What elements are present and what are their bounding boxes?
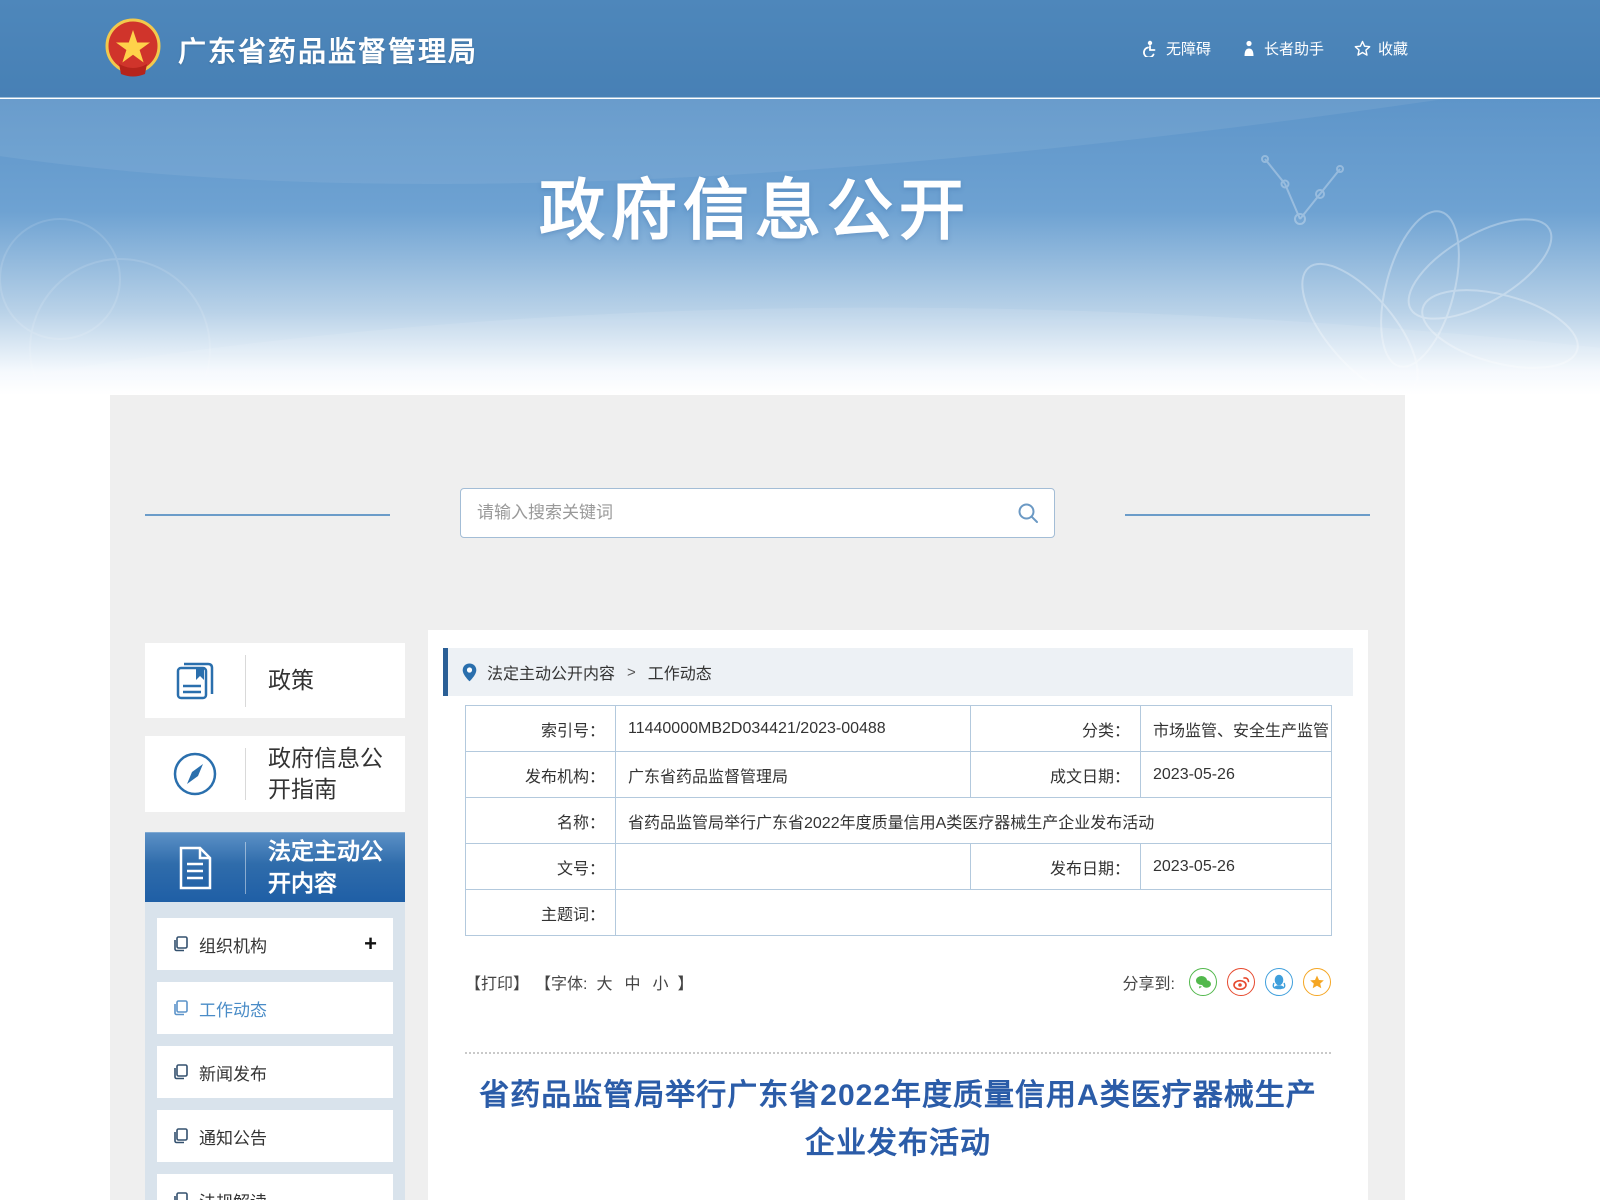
submenu-item-notices-label: 通知公告 — [199, 1124, 377, 1149]
subject-label: 主题词： — [466, 890, 616, 936]
table-row: 主题词： — [466, 890, 1332, 936]
font-size-suffix: 】 — [678, 970, 694, 994]
share-label: 分享到: — [1123, 970, 1175, 994]
article-title: 省药品监管局举行广东省2022年度质量信用A类医疗器械生产企业发布活动 — [465, 1072, 1331, 1168]
submenu-item-organization-label: 组织机构 — [199, 932, 364, 957]
sidebar-item-statutory-disclosure-label: 法定主动公开内容 — [246, 836, 405, 898]
pages-icon — [173, 1192, 189, 1200]
index-value: 11440000MB2D034421/2023-00488 — [616, 706, 971, 752]
date-pub-value: 2023-05-26 — [1141, 844, 1332, 890]
index-label: 索引号： — [466, 706, 616, 752]
favorite-link[interactable]: 收藏 — [1354, 38, 1408, 59]
table-row: 索引号： 11440000MB2D034421/2023-00488 分类： 市… — [466, 706, 1332, 752]
main-panel: 法定主动公开内容 > 工作动态 索引号： 11440000MB2D034421/… — [428, 630, 1368, 1200]
elder-assist-label: 长者助手 — [1264, 38, 1324, 59]
weibo-share-icon[interactable] — [1227, 968, 1255, 996]
location-pin-icon — [462, 663, 477, 682]
submenu-item-work-updates[interactable]: 工作动态 — [157, 982, 393, 1034]
pages-icon — [173, 936, 189, 952]
share-bar: 分享到: — [1123, 968, 1331, 996]
search-box — [460, 488, 1055, 538]
accessibility-link[interactable]: 无障碍 — [1142, 38, 1211, 59]
qzone-share-icon[interactable] — [1303, 968, 1331, 996]
dotted-divider — [465, 1052, 1331, 1054]
sidebar-item-statutory-disclosure[interactable]: 法定主动公开内容 — [145, 832, 405, 902]
document-icon — [145, 844, 245, 892]
elder-icon — [1241, 40, 1257, 57]
banner: 政府信息公开 — [0, 99, 1600, 395]
sidebar-item-info-guide-label: 政府信息公开指南 — [246, 743, 405, 805]
breadcrumb: 法定主动公开内容 > 工作动态 — [443, 648, 1353, 696]
favorite-label: 收藏 — [1378, 38, 1408, 59]
table-row: 名称： 省药品监管局举行广东省2022年度质量信用A类医疗器械生产企业发布活动 — [466, 798, 1332, 844]
sidebar: 政策 政府信息公开指南 — [145, 643, 405, 1200]
accessibility-label: 无障碍 — [1166, 38, 1211, 59]
date-pub-label: 发布日期： — [971, 844, 1141, 890]
table-row: 文号： 发布日期： 2023-05-26 — [466, 844, 1332, 890]
name-label: 名称： — [466, 798, 616, 844]
search-button[interactable] — [1002, 489, 1054, 537]
qq-share-icon[interactable] — [1265, 968, 1293, 996]
publisher-value: 广东省药品监督管理局 — [616, 752, 971, 798]
font-size-large-button[interactable]: 大 — [596, 970, 612, 994]
toolbar-left: 【打印】 【字体: 大 中 小 】 — [465, 970, 694, 994]
submenu-item-notices[interactable]: 通知公告 — [157, 1110, 393, 1162]
pages-icon — [173, 1000, 189, 1016]
wechat-share-icon[interactable] — [1189, 968, 1217, 996]
search-input[interactable] — [461, 489, 1002, 537]
submenu-item-organization[interactable]: 组织机构 + — [157, 918, 393, 970]
book-icon — [145, 658, 245, 704]
name-value: 省药品监管局举行广东省2022年度质量信用A类医疗器械生产企业发布活动 — [616, 798, 1332, 844]
doc-no-value — [616, 844, 971, 890]
sidebar-item-info-guide[interactable]: 政府信息公开指南 — [145, 736, 405, 812]
elder-assist-link[interactable]: 长者助手 — [1241, 38, 1324, 59]
pages-icon — [173, 1128, 189, 1144]
submenu-item-regulation-interpretation-label: 法规解读 — [199, 1188, 377, 1200]
document-info-table: 索引号： 11440000MB2D034421/2023-00488 分类： 市… — [465, 705, 1332, 936]
national-emblem-logo — [103, 18, 163, 80]
publisher-label: 发布机构： — [466, 752, 616, 798]
star-icon — [1354, 40, 1371, 57]
date-written-value: 2023-05-26 — [1141, 752, 1332, 798]
doc-no-label: 文号： — [466, 844, 616, 890]
page: 广东省药品监督管理局 无障碍 长者助手 — [0, 0, 1600, 1200]
category-label: 分类： — [971, 706, 1141, 752]
compass-icon — [145, 749, 245, 799]
submenu-item-regulation-interpretation[interactable]: 法规解读 — [157, 1174, 393, 1200]
print-button[interactable]: 【打印】 — [465, 970, 529, 994]
submenu-item-news-release[interactable]: 新闻发布 — [157, 1046, 393, 1098]
date-written-label: 成文日期： — [971, 752, 1141, 798]
search-icon — [1016, 501, 1040, 525]
content-card: 政策 政府信息公开指南 — [110, 395, 1405, 1200]
accessibility-icon — [1142, 40, 1159, 57]
submenu-item-work-updates-label: 工作动态 — [199, 996, 377, 1021]
decor-line-left — [145, 514, 390, 516]
table-row: 发布机构： 广东省药品监督管理局 成文日期： 2023-05-26 — [466, 752, 1332, 798]
decor-line-right — [1125, 514, 1370, 516]
subject-value — [616, 890, 1332, 936]
sidebar-submenu: 组织机构 + 工作动态 新闻发布 — [145, 902, 405, 1200]
breadcrumb-separator: > — [627, 664, 636, 681]
site-header: 广东省药品监督管理局 无障碍 长者助手 — [0, 0, 1600, 98]
font-size-prefix: 【字体: — [535, 970, 587, 994]
pages-icon — [173, 1064, 189, 1080]
site-title: 广东省药品监督管理局 — [178, 30, 478, 70]
breadcrumb-level2[interactable]: 工作动态 — [648, 660, 712, 684]
page-title: 政府信息公开 — [539, 157, 971, 253]
font-size-small-button[interactable]: 小 — [653, 970, 669, 994]
header-utility-links: 无障碍 长者助手 收藏 — [1142, 38, 1408, 59]
font-size-medium-button[interactable]: 中 — [624, 970, 640, 994]
sidebar-item-policy[interactable]: 政策 — [145, 643, 405, 718]
emblem-icon — [103, 18, 163, 80]
expand-plus-icon[interactable]: + — [364, 933, 377, 955]
article-toolbar: 【打印】 【字体: 大 中 小 】 分享到: — [465, 968, 1331, 996]
submenu-item-news-release-label: 新闻发布 — [199, 1060, 377, 1085]
sidebar-item-policy-label: 政策 — [246, 665, 405, 696]
breadcrumb-level1[interactable]: 法定主动公开内容 — [487, 660, 615, 684]
category-value: 市场监管、安全生产监管 — [1141, 706, 1332, 752]
